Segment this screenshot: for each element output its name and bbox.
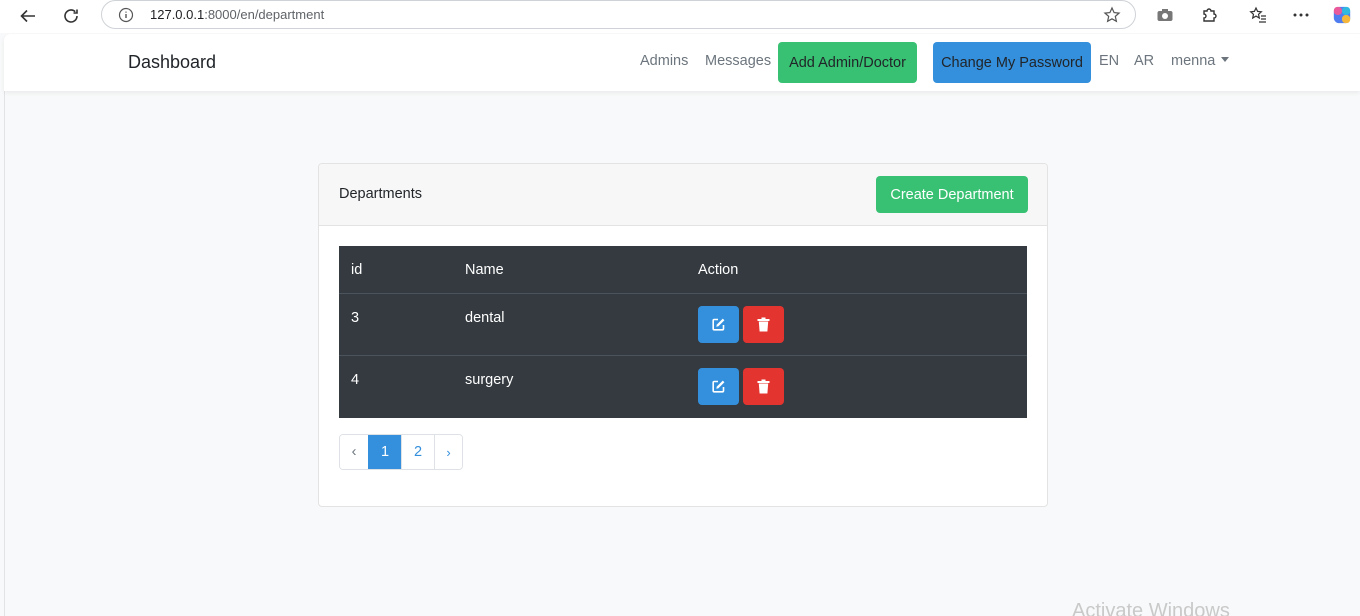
change-password-button[interactable]: Change My Password [933, 42, 1091, 83]
pagination-page-2[interactable]: 2 [401, 435, 434, 469]
chevron-down-icon [1221, 56, 1230, 62]
edit-icon [712, 380, 725, 393]
copilot-icon[interactable] [1332, 5, 1352, 25]
back-icon[interactable] [15, 4, 41, 28]
favorites-icon[interactable] [1248, 5, 1268, 25]
url-text: 127.0.0.1:8000/en/department [150, 7, 325, 22]
trash-icon [757, 317, 770, 332]
lang-en-link[interactable]: EN [1099, 53, 1119, 69]
delete-button[interactable] [743, 368, 784, 405]
create-department-button[interactable]: Create Department [876, 176, 1028, 213]
extensions-puzzle-icon[interactable] [1199, 5, 1219, 25]
top-navbar: Dashboard Admins Messages Add Admin/Doct… [4, 34, 1360, 91]
pagination-page-1[interactable]: 1 [368, 435, 401, 469]
nav-link-admins[interactable]: Admins [640, 53, 688, 69]
edit-button[interactable] [698, 368, 739, 405]
activate-windows-watermark: Activate Windows [1072, 600, 1230, 616]
cell-id: 3 [351, 310, 360, 326]
cell-name: surgery [465, 372, 514, 388]
more-menu-icon[interactable] [1291, 5, 1311, 25]
column-header-action: Action [698, 262, 739, 278]
column-header-name: Name [465, 262, 504, 278]
card-header: Departments Create Department [319, 164, 1047, 226]
site-info-icon[interactable] [118, 7, 134, 23]
address-bar[interactable]: 127.0.0.1:8000/en/department [101, 0, 1136, 29]
table-row: 3 dental [339, 294, 1027, 356]
departments-card: Departments Create Department id Name Ac… [318, 163, 1048, 507]
nav-link-messages[interactable]: Messages [705, 53, 771, 69]
user-name: menna [1171, 53, 1216, 69]
column-header-id: id [351, 262, 363, 278]
pagination-prev[interactable]: ‹ [340, 435, 368, 469]
edit-icon [712, 318, 725, 331]
add-admin-doctor-button[interactable]: Add Admin/Doctor [778, 42, 917, 83]
screenshot-camera-icon[interactable] [1155, 5, 1175, 25]
card-title: Departments [339, 186, 423, 202]
trash-icon [757, 379, 770, 394]
table-header: id Name Action [339, 246, 1027, 294]
edit-button[interactable] [698, 306, 739, 343]
favorite-star-icon[interactable] [1103, 6, 1121, 24]
lang-ar-link[interactable]: AR [1134, 53, 1154, 69]
cell-id: 4 [351, 372, 360, 388]
reload-icon[interactable] [58, 4, 84, 28]
cell-name: dental [465, 310, 505, 326]
pagination: ‹ 1 2 › [339, 434, 463, 470]
brand-link[interactable]: Dashboard [128, 52, 216, 73]
table-row: 4 surgery [339, 356, 1027, 418]
delete-button[interactable] [743, 306, 784, 343]
user-dropdown[interactable]: menna [1171, 53, 1230, 69]
pagination-next[interactable]: › [434, 435, 462, 469]
departments-table: id Name Action 3 dental 4 surgery [339, 246, 1027, 418]
browser-toolbar: 127.0.0.1:8000/en/department [0, 0, 1360, 33]
